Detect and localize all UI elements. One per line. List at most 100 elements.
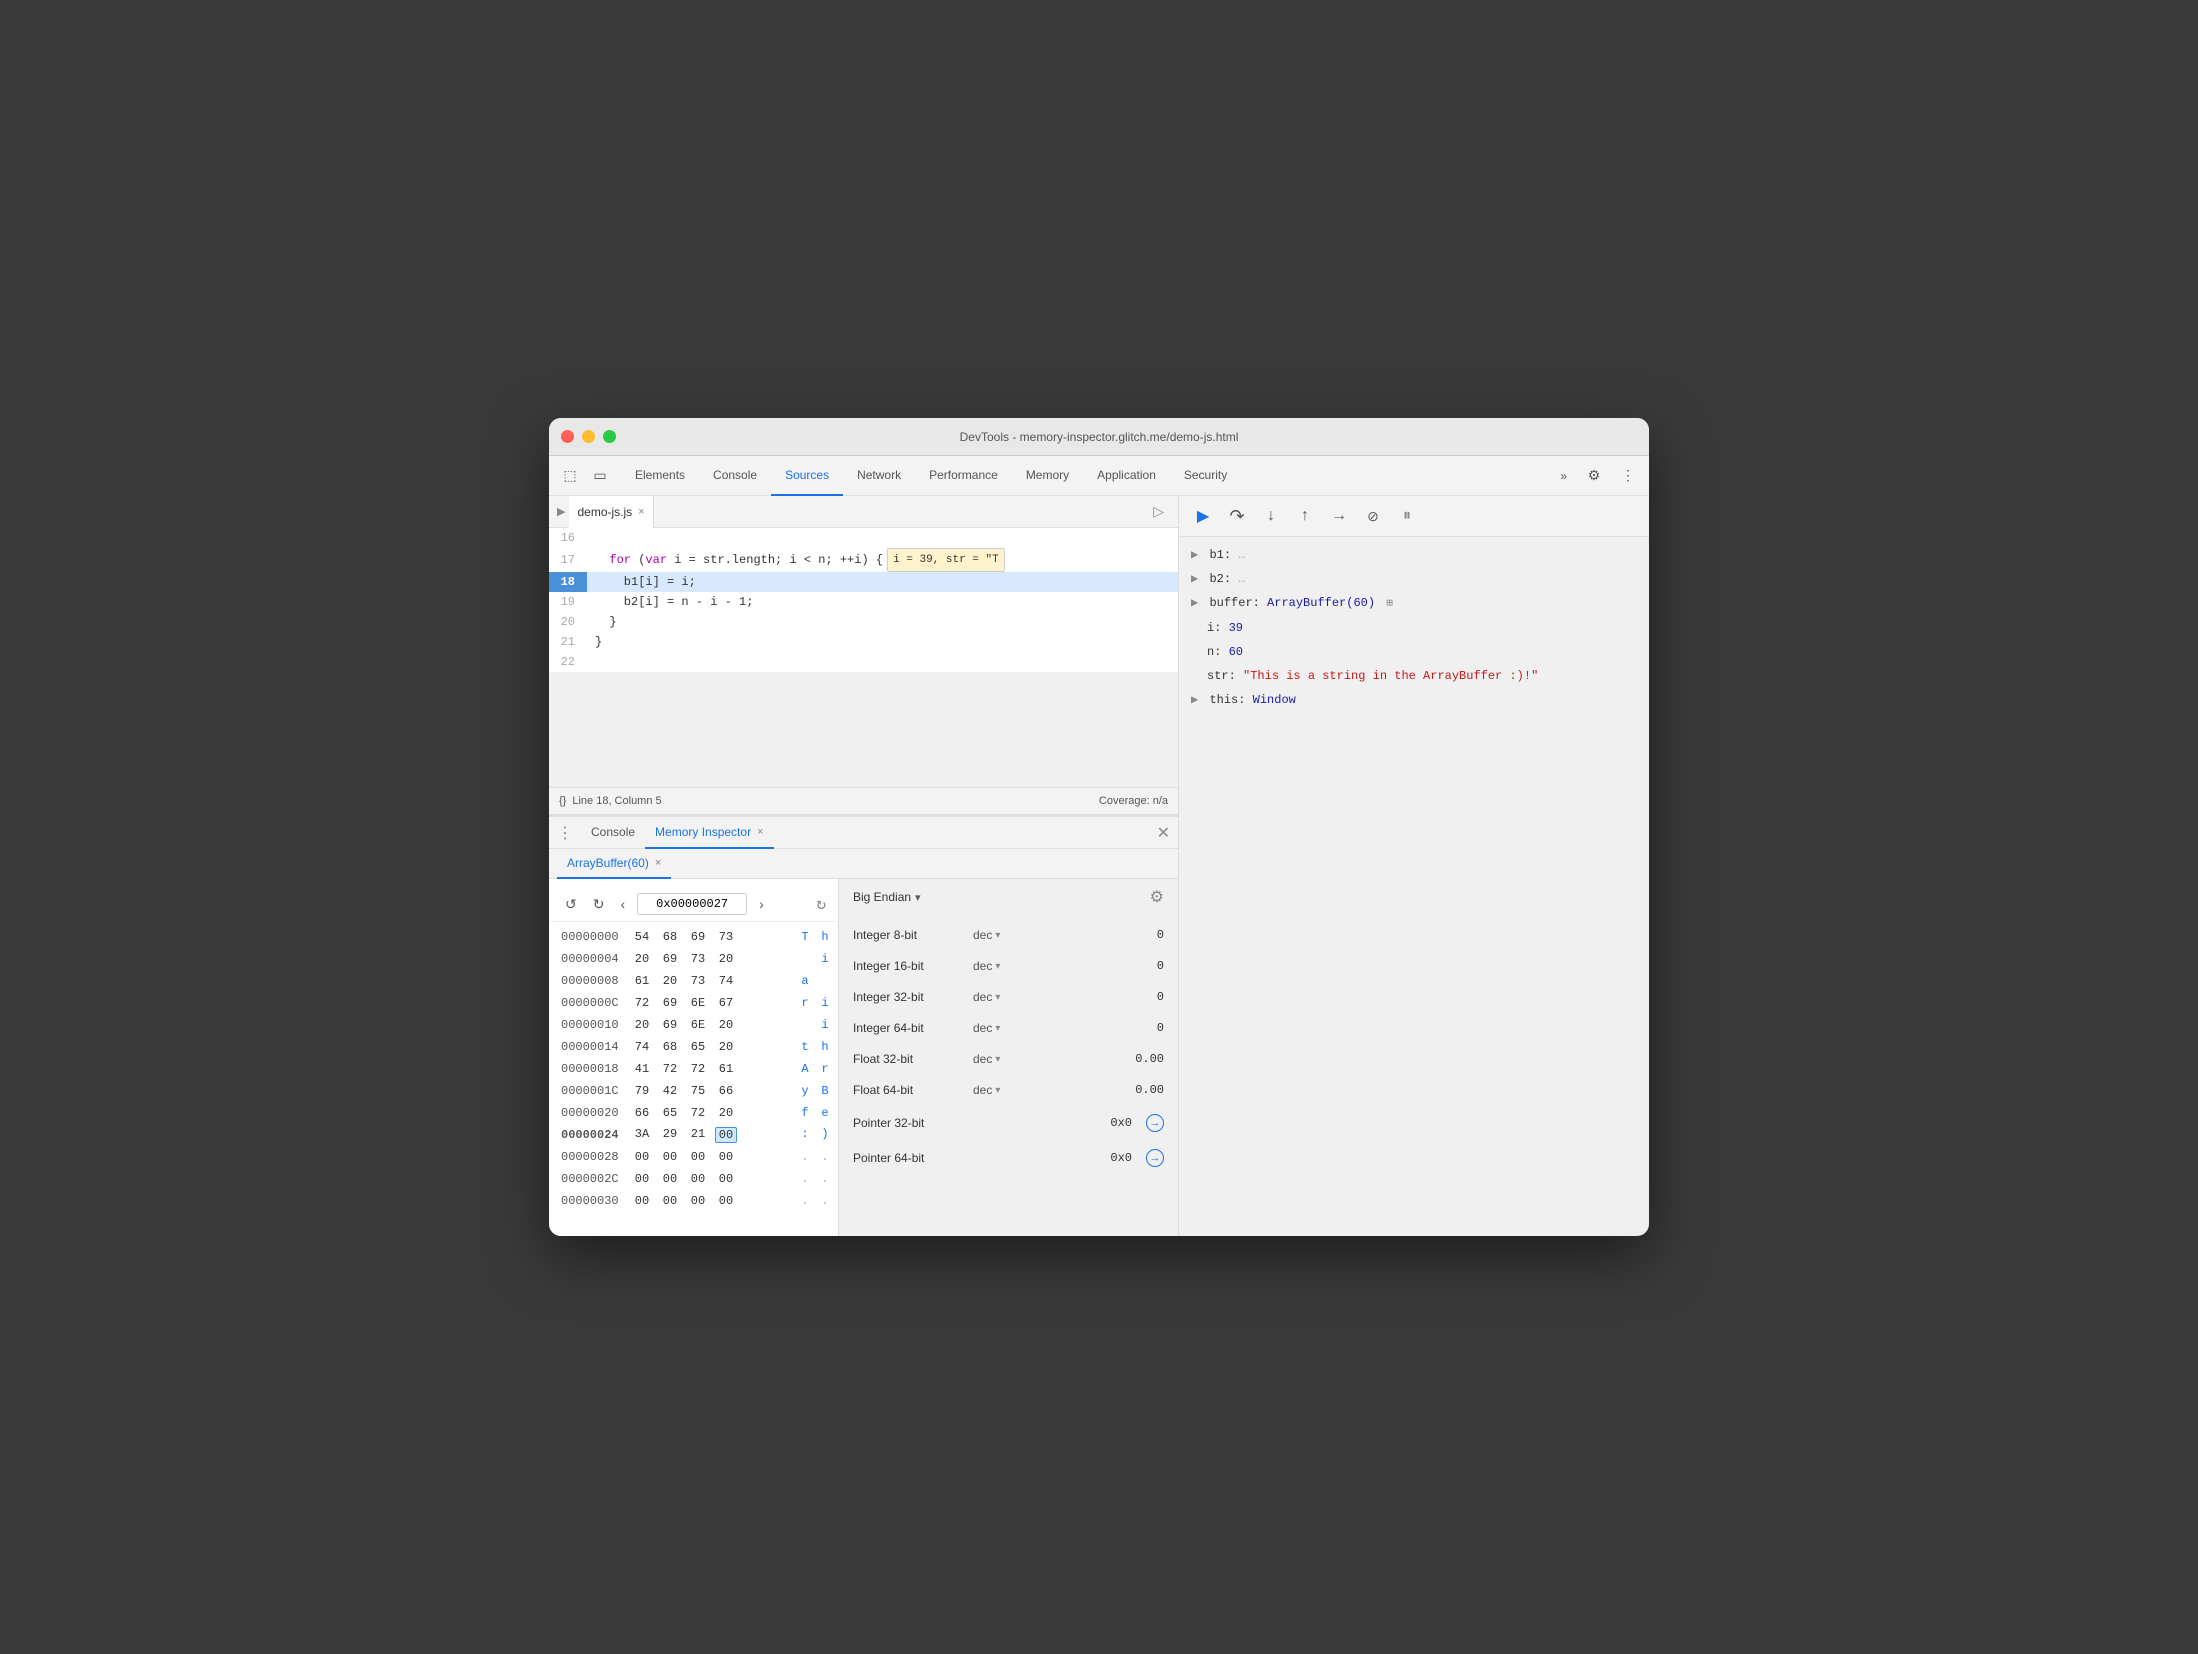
float32-value: 0.00: [1135, 1052, 1164, 1066]
code-line-18: 18 b1[i] = i;: [549, 572, 1178, 592]
scope-item-n: n: 60: [1179, 640, 1649, 664]
more-options-icon[interactable]: ⋮: [1615, 463, 1641, 489]
resume-button[interactable]: ▶: [1189, 502, 1217, 530]
code-editor: 16 17 for (var i = str.length; i < n; ++…: [549, 528, 1178, 787]
device-icon[interactable]: ▭: [587, 463, 613, 489]
variable-tooltip: i = 39, str = "T: [887, 548, 1005, 572]
float32-format[interactable]: dec ▾: [973, 1052, 1018, 1066]
int8-format[interactable]: dec ▾: [973, 928, 1018, 942]
step-out-button[interactable]: ↑: [1291, 502, 1319, 530]
memory-inspector-tab-close[interactable]: ×: [757, 826, 763, 838]
int32-format[interactable]: dec ▾: [973, 990, 1018, 1004]
pointer32-label: Pointer 32-bit: [853, 1116, 963, 1130]
tab-performance[interactable]: Performance: [915, 456, 1012, 496]
tab-security[interactable]: Security: [1170, 456, 1241, 496]
endian-select[interactable]: Big Endian ▾: [853, 890, 921, 904]
hex-bytes-20: 66 65 72 20: [631, 1106, 791, 1120]
hex-row-20: 00000020 66 65 72 20 f: [549, 1102, 838, 1124]
scope-item-i: i: 39: [1179, 616, 1649, 640]
hex-chars-8: a s t: [799, 974, 838, 988]
file-nav-button[interactable]: ▷: [1147, 503, 1170, 520]
hex-chars-0: T h i s: [799, 930, 838, 944]
file-tab[interactable]: demo-js.js ×: [569, 496, 653, 528]
hex-bytes-c: 72 69 6E 67: [631, 996, 791, 1010]
code-line-21: 21 }: [549, 632, 1178, 652]
pause-on-exceptions-button[interactable]: ⏸: [1393, 502, 1421, 530]
hex-bytes-4: 20 69 73 20: [631, 952, 791, 966]
data-panel-settings-icon[interactable]: ⚙: [1150, 887, 1164, 907]
buffer-tab[interactable]: ArrayBuffer(60) ×: [557, 849, 671, 879]
hex-row-30: 00000030 00 00 00 00 .: [549, 1190, 838, 1212]
data-row-int16: Integer 16-bit dec ▾ 0: [839, 951, 1178, 982]
data-row-pointer32: Pointer 32-bit 0x0 → ➘: [839, 1106, 1178, 1141]
hex-bytes-24: 3A 29 21 00: [631, 1127, 791, 1143]
float64-format[interactable]: dec ▾: [973, 1083, 1018, 1097]
refresh-button[interactable]: ↻: [816, 894, 826, 914]
left-panel: ▶ demo-js.js × ▷ 16: [549, 496, 1179, 1236]
hex-chars-20: f e r: [799, 1106, 838, 1120]
hex-bytes-10: 20 69 6E 20: [631, 1018, 791, 1032]
next-address-button[interactable]: ›: [755, 894, 768, 914]
braces-icon[interactable]: {}: [559, 795, 566, 807]
minimize-button[interactable]: [582, 430, 595, 443]
int16-format[interactable]: dec ▾: [973, 959, 1018, 973]
panel-close-button[interactable]: ✕: [1157, 823, 1170, 843]
selected-byte[interactable]: 00: [715, 1127, 737, 1143]
settings-icon[interactable]: ⚙: [1581, 463, 1607, 489]
window-title: DevTools - memory-inspector.glitch.me/de…: [960, 430, 1239, 444]
close-button[interactable]: [561, 430, 574, 443]
tab-elements[interactable]: Elements: [621, 456, 699, 496]
undo-navigation-button[interactable]: ↺: [561, 894, 581, 915]
right-panel: ▶ ↷ ↓ ↑ → ⊘ ⏸ ▶ b1: … ▶: [1179, 496, 1649, 1236]
tab-application[interactable]: Application: [1083, 456, 1170, 496]
hex-bytes-8: 61 20 73 74: [631, 974, 791, 988]
nav-tabs: Elements Console Sources Network Perform…: [621, 456, 1241, 495]
open-in-memory-inspector-icon[interactable]: ⊞: [1386, 598, 1393, 610]
tab-console[interactable]: Console: [699, 456, 771, 496]
more-tabs-button[interactable]: »: [1554, 465, 1573, 487]
file-tab-close[interactable]: ×: [638, 506, 644, 518]
hex-chars-1c: y B u f: [799, 1084, 838, 1098]
hex-chars-c: r i n g: [799, 996, 838, 1010]
memory-content: ↺ ↻ ‹ › ↻ 00000000: [549, 879, 1178, 1236]
step-into-button[interactable]: ↓: [1257, 502, 1285, 530]
hex-row-2c: 0000002C 00 00 00 00 .: [549, 1168, 838, 1190]
redo-navigation-button[interactable]: ↻: [589, 894, 609, 915]
maximize-button[interactable]: [603, 430, 616, 443]
panel-tab-memory-inspector[interactable]: Memory Inspector ×: [645, 817, 773, 849]
buffer-tab-close[interactable]: ×: [655, 857, 661, 869]
devtools-window: ⬚ ▭ Elements Console Sources Network Per…: [549, 456, 1649, 1236]
prev-address-button[interactable]: ‹: [616, 894, 629, 914]
tab-network[interactable]: Network: [843, 456, 915, 496]
deactivate-breakpoints-button[interactable]: ⊘: [1359, 502, 1387, 530]
hex-row-c: 0000000C 72 69 6E 67 r: [549, 992, 838, 1014]
hex-chars-18: A r r a: [799, 1062, 838, 1076]
panel-tab-console[interactable]: Console: [581, 817, 645, 849]
cursor-icon[interactable]: ⬚: [557, 463, 583, 489]
int8-label: Integer 8-bit: [853, 928, 963, 942]
pointer64-follow-link[interactable]: →: [1146, 1149, 1164, 1167]
cursor-position: Line 18, Column 5: [572, 795, 661, 807]
hex-bytes-28: 00 00 00 00: [631, 1150, 791, 1164]
panel-more-icon[interactable]: ⋮: [557, 823, 573, 843]
hex-chars-2c: . . . .: [799, 1172, 838, 1186]
tab-memory[interactable]: Memory: [1012, 456, 1083, 496]
endian-dropdown-icon: ▾: [915, 891, 921, 904]
int64-value: 0: [1157, 1021, 1164, 1035]
float64-label: Float 64-bit: [853, 1083, 963, 1097]
devtools-nav: ⬚ ▭ Elements Console Sources Network Per…: [549, 456, 1649, 496]
hex-bytes-2c: 00 00 00 00: [631, 1172, 791, 1186]
float64-value: 0.00: [1135, 1083, 1164, 1097]
hex-row-24: 00000024 3A 29 21 00 :: [549, 1124, 838, 1146]
step-over-button[interactable]: ↷: [1223, 502, 1251, 530]
lower-panel: ⋮ Console Memory Inspector × ✕ Ar: [549, 816, 1178, 1236]
int16-value: 0: [1157, 959, 1164, 973]
pointer32-follow-link[interactable]: →: [1146, 1114, 1164, 1132]
int64-format[interactable]: dec ▾: [973, 1021, 1018, 1035]
address-input[interactable]: [637, 893, 747, 915]
code-line-19: 19 b2[i] = n - i - 1;: [549, 592, 1178, 612]
step-button[interactable]: →: [1325, 502, 1353, 530]
data-row-pointer64: Pointer 64-bit 0x0 →: [839, 1141, 1178, 1176]
hex-row-14: 00000014 74 68 65 20 t: [549, 1036, 838, 1058]
tab-sources[interactable]: Sources: [771, 456, 843, 496]
